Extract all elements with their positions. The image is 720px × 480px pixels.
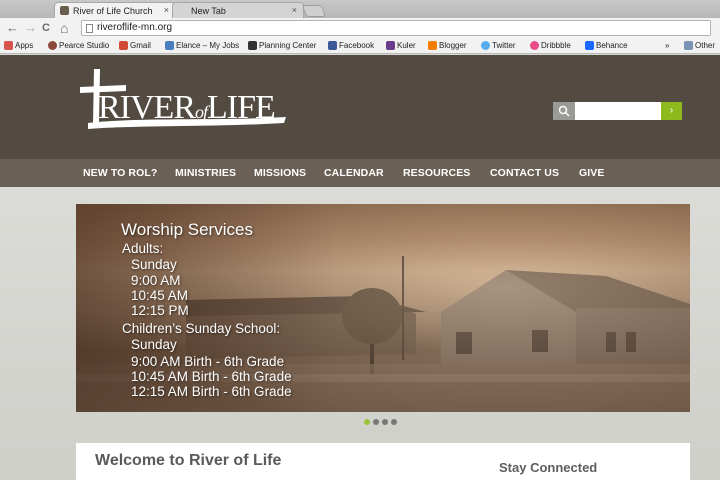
hero-line: 9:00 AM <box>131 273 181 288</box>
web-page: RIVERofLIFE › NEW TO ROL? MINISTRIES MIS… <box>0 55 720 480</box>
slider-dot[interactable] <box>364 419 370 425</box>
bookmark-blogger[interactable]: Blogger <box>428 40 467 51</box>
nav-give[interactable]: GIVE <box>579 167 605 179</box>
new-tab-button[interactable] <box>301 5 327 17</box>
nav-resources[interactable]: RESOURCES <box>403 167 470 179</box>
hero-line: 12:15 PM <box>131 303 189 318</box>
bookmark-label: Behance <box>596 41 628 50</box>
bookmark-label: Facebook <box>339 41 375 50</box>
hero-line: 10:45 AM <box>131 288 189 303</box>
bookmark-apps[interactable]: Apps <box>4 40 33 51</box>
bookmark-behance[interactable]: Behance <box>585 40 628 51</box>
url-text: riveroflife-mn.org <box>97 22 173 33</box>
folder-icon <box>684 41 693 50</box>
search-submit-button[interactable]: › <box>661 102 682 120</box>
hero-line: 10:45 AM Birth - 6th Grade <box>131 369 292 384</box>
search-icon <box>553 102 575 120</box>
welcome-heading: Welcome to River of Life <box>95 452 282 469</box>
forward-arrow-icon[interactable]: → <box>24 20 37 36</box>
browser-tab-strip: River of Life Church × New Tab × <box>0 0 720 18</box>
bookmark-label: Apps <box>15 41 34 50</box>
content-panel: Welcome to River of Life Stay Connected <box>76 443 690 480</box>
apps-grid-icon <box>4 41 13 50</box>
bookmark-label: Elance – My Jobs <box>176 41 240 50</box>
bookmarks-bar: Apps Pearce Studio Gmail Elance – My Job… <box>0 38 720 54</box>
site-search: › <box>553 102 682 120</box>
site-favicon-icon <box>60 6 69 15</box>
bookmark-label: Planning Center <box>259 41 317 50</box>
twitter-icon <box>481 41 490 50</box>
main-nav: NEW TO ROL? MINISTRIES MISSIONS CALENDAR… <box>0 159 720 187</box>
logo-wordmark: RIVERofLIFE <box>98 89 276 127</box>
nav-calendar[interactable]: CALENDAR <box>324 167 384 179</box>
planning-center-icon <box>248 41 257 50</box>
tab-close-icon[interactable]: × <box>292 5 297 15</box>
elance-icon <box>165 41 174 50</box>
tab-close-icon[interactable]: × <box>164 5 169 15</box>
more-bookmarks-chevron-icon[interactable]: » <box>665 40 669 51</box>
back-arrow-icon[interactable]: ← <box>6 20 19 36</box>
bookmark-other[interactable]: Other <box>684 40 715 51</box>
slider-dot[interactable] <box>382 419 388 425</box>
dribbble-icon <box>530 41 539 50</box>
address-bar[interactable]: riveroflife-mn.org <box>81 20 711 36</box>
logo-river: RIVER <box>98 89 196 126</box>
bookmark-label: Kuler <box>397 41 416 50</box>
bookmark-label: Other <box>695 41 716 50</box>
tab-new-tab[interactable]: New Tab × <box>172 2 304 18</box>
slider-dot[interactable] <box>373 419 379 425</box>
bookmark-label: Blogger <box>439 41 467 50</box>
bookmark-planning-center[interactable]: Planning Center <box>248 40 316 51</box>
reload-icon[interactable]: C <box>42 20 50 36</box>
logo-life: LIFE <box>207 89 276 126</box>
behance-icon <box>585 41 594 50</box>
hero-line: 9:00 AM Birth - 6th Grade <box>131 354 285 369</box>
hero-line: Adults: <box>122 241 164 256</box>
bookmark-dribbble[interactable]: Dribbble <box>530 40 571 51</box>
new-tab-favicon-icon <box>178 6 187 15</box>
bookmark-label: Gmail <box>130 41 151 50</box>
bookmark-label: Dribbble <box>541 41 571 50</box>
nav-contact-us[interactable]: CONTACT US <box>490 167 559 179</box>
facebook-icon <box>328 41 337 50</box>
bookmark-kuler[interactable]: Kuler <box>386 40 416 51</box>
tab-title: River of Life Church <box>73 6 153 16</box>
hero-slider[interactable]: Worship Services Adults: Sunday 9:00 AM … <box>76 204 690 412</box>
gmail-icon <box>119 41 128 50</box>
hero-line: Sunday <box>131 257 177 272</box>
site-logo[interactable]: RIVERofLIFE <box>80 67 300 137</box>
home-icon[interactable]: ⌂ <box>60 20 68 36</box>
kuler-icon <box>386 41 395 50</box>
worship-services-title: Worship Services <box>121 220 253 239</box>
bookmark-gmail[interactable]: Gmail <box>119 40 151 51</box>
hero-line: Sunday <box>131 337 177 352</box>
bookmark-label: Pearce Studio <box>59 41 110 50</box>
bookmark-label: Twitter <box>492 41 516 50</box>
slider-dot[interactable] <box>391 419 397 425</box>
stay-connected-heading: Stay Connected <box>499 460 598 475</box>
tab-river-of-life[interactable]: River of Life Church × <box>54 2 176 18</box>
nav-new-to-rol[interactable]: NEW TO ROL? <box>83 167 157 179</box>
site-header: RIVERofLIFE › <box>0 55 720 159</box>
pearce-studio-icon <box>48 41 57 50</box>
bookmark-elance[interactable]: Elance – My Jobs <box>165 40 239 51</box>
browser-toolbar: ← → C ⌂ riveroflife-mn.org <box>0 18 720 38</box>
page-icon <box>86 24 93 33</box>
nav-ministries[interactable]: MINISTRIES <box>175 167 236 179</box>
logo-of: of <box>195 102 208 122</box>
hero-line: Children’s Sunday School: <box>122 321 281 336</box>
blogger-icon <box>428 41 437 50</box>
bookmark-twitter[interactable]: Twitter <box>481 40 516 51</box>
hero-line: 12:15 AM Birth - 6th Grade <box>131 384 292 399</box>
tab-title: New Tab <box>191 6 226 16</box>
nav-missions[interactable]: MISSIONS <box>254 167 306 179</box>
bookmark-pearce-studio[interactable]: Pearce Studio <box>48 40 109 51</box>
search-input[interactable] <box>575 102 661 120</box>
bookmark-facebook[interactable]: Facebook <box>328 40 374 51</box>
